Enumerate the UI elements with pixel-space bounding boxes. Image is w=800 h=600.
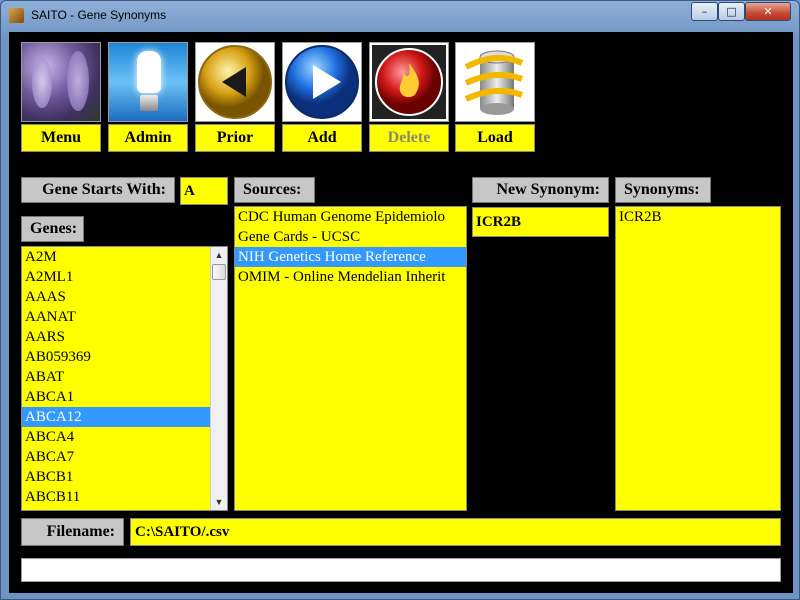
maximize-button[interactable]: □ xyxy=(718,2,745,21)
scroll-down-icon[interactable]: ▼ xyxy=(211,494,227,510)
app-icon xyxy=(9,8,24,23)
prior-button[interactable]: Prior xyxy=(195,124,275,152)
play-arrow-icon[interactable] xyxy=(282,42,362,122)
source-list-item[interactable]: Gene Cards - UCSC xyxy=(235,227,466,247)
new-synonym-label: New Synonym: xyxy=(472,177,609,203)
source-list-item[interactable]: CDC Human Genome Epidemiolo xyxy=(235,207,466,227)
delete-button[interactable]: Delete xyxy=(369,124,449,152)
gene-list-item[interactable]: ABAT xyxy=(22,367,227,387)
gene-list-item[interactable]: ABCA7 xyxy=(22,447,227,467)
genes-items: A2M A2ML1 AAAS AANAT AARS AB059369 ABAT ABCA1 AB… xyxy=(22,247,227,507)
minimize-button[interactable]: – xyxy=(691,2,718,21)
gene-list-item[interactable]: ABCA1 xyxy=(22,387,227,407)
load-tool[interactable]: Load xyxy=(455,42,535,152)
bulb-glass xyxy=(137,51,161,93)
menu-button[interactable]: Menu xyxy=(21,124,101,152)
status-bar xyxy=(21,558,781,582)
sources-label: Sources: xyxy=(234,177,315,203)
client-area: Menu Admin Prior Add Delete Load Gene St… xyxy=(9,32,793,593)
app-window: SAITO - Gene Synonyms – □ ✕ Menu Admin P… xyxy=(0,0,800,600)
delete-tool[interactable]: Delete xyxy=(369,42,449,152)
admin-tool[interactable]: Admin xyxy=(108,42,188,152)
back-arrow-icon[interactable] xyxy=(195,42,275,122)
sources-items: CDC Human Genome Epidemiolo Gene Cards - … xyxy=(235,207,466,287)
gene-starts-with-label: Gene Starts With: xyxy=(21,177,175,203)
source-list-item[interactable]: OMIM - Online Mendelian Inherit xyxy=(235,267,466,287)
gene-list-item[interactable]: ABCA12 xyxy=(22,407,227,427)
new-synonym-input[interactable]: ICR2B xyxy=(472,207,609,237)
prior-tool[interactable]: Prior xyxy=(195,42,275,152)
genes-list[interactable]: A2M A2ML1 AAAS AANAT AARS AB059369 ABAT ABCA1 AB… xyxy=(21,246,228,511)
bulb-base xyxy=(140,95,158,111)
synonyms-items: ICR2B xyxy=(616,207,780,227)
genes-label: Genes: xyxy=(21,216,84,242)
source-list-item[interactable]: NIH Genetics Home Reference xyxy=(235,247,466,267)
close-button[interactable]: ✕ xyxy=(745,2,791,21)
gene-list-item[interactable]: A2ML1 xyxy=(22,267,227,287)
gene-list-item[interactable]: A2M xyxy=(22,247,227,267)
filename-label: Filename: xyxy=(21,518,124,546)
window-title: SAITO - Gene Synonyms xyxy=(31,8,167,22)
gene-list-item[interactable]: ABCB11 xyxy=(22,487,227,507)
filename-input[interactable]: C:\SAITO/.csv xyxy=(130,518,781,546)
database-icon[interactable] xyxy=(455,42,535,122)
menu-tool[interactable]: Menu xyxy=(21,42,101,152)
wisteria-flowers-icon[interactable] xyxy=(21,42,101,122)
load-button[interactable]: Load xyxy=(455,124,535,152)
synonym-list-item[interactable]: ICR2B xyxy=(616,207,780,227)
flame-icon[interactable] xyxy=(369,42,449,122)
light-bulb-icon[interactable] xyxy=(108,42,188,122)
gene-list-item[interactable]: AARS xyxy=(22,327,227,347)
admin-button[interactable]: Admin xyxy=(108,124,188,152)
gene-list-item[interactable]: AANAT xyxy=(22,307,227,327)
add-tool[interactable]: Add xyxy=(282,42,362,152)
gene-list-item[interactable]: ABCB1 xyxy=(22,467,227,487)
title-bar[interactable]: SAITO - Gene Synonyms – □ ✕ xyxy=(1,1,799,31)
synonyms-list[interactable]: ICR2B xyxy=(615,206,781,511)
gene-starts-with-input[interactable]: A xyxy=(180,177,228,205)
sources-list[interactable]: CDC Human Genome Epidemiolo Gene Cards - … xyxy=(234,206,467,511)
scroll-up-icon[interactable]: ▲ xyxy=(211,247,227,263)
synonyms-label: Synonyms: xyxy=(615,177,711,203)
gene-list-item[interactable]: AB059369 xyxy=(22,347,227,367)
add-button[interactable]: Add xyxy=(282,124,362,152)
gene-list-item[interactable]: AAAS xyxy=(22,287,227,307)
scroll-thumb[interactable] xyxy=(212,264,226,280)
genes-scrollbar[interactable]: ▲ ▼ xyxy=(210,247,227,510)
gene-list-item[interactable]: ABCA4 xyxy=(22,427,227,447)
